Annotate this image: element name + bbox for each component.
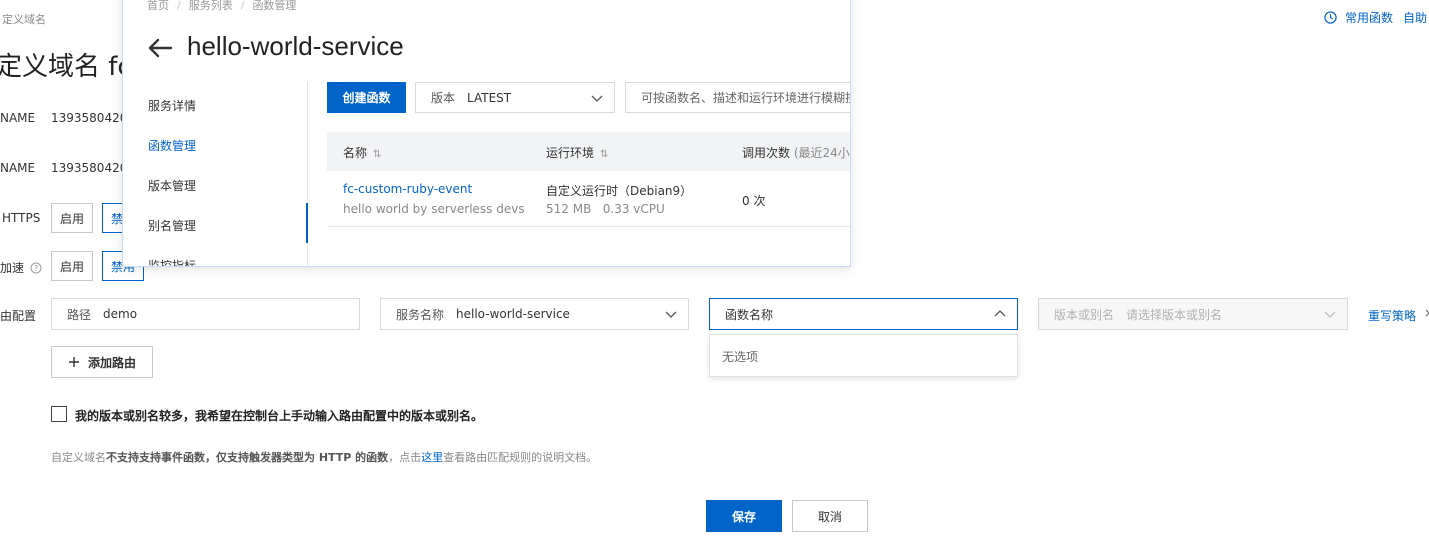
function-search-placeholder: 可按函数名、描述和运行环境进行模糊搜 <box>641 91 851 105</box>
version-select[interactable]: 版本 LATEST <box>415 82 615 113</box>
accel-enable-button[interactable]: 启用 <box>51 251 93 281</box>
crumb-service-list[interactable]: 服务列表 <box>189 0 233 12</box>
chevron-down-icon <box>1324 311 1336 318</box>
function-spec: 512 MB 0.33 vCPU <box>546 202 665 216</box>
chevron-up-icon <box>994 310 1006 317</box>
save-button[interactable]: 保存 <box>706 500 782 532</box>
function-name-link[interactable]: fc-custom-ruby-event <box>343 182 472 196</box>
note-part-3: 查看路由匹配规则的说明文档。 <box>443 451 598 464</box>
table-row: fc-custom-ruby-event hello world by serv… <box>327 171 850 227</box>
function-search-input[interactable]: 可按函数名、描述和运行环境进行模糊搜 <box>625 82 851 113</box>
version-alias-select[interactable]: 版本或别名 请选择版本或别名 <box>1038 298 1348 330</box>
col-name-header[interactable]: 名称 ⇅ <box>343 144 381 161</box>
note-bold: 不支持支持事件函数，仅支持触发器类型为 HTTP 的函数 <box>106 451 389 464</box>
note-doc-link[interactable]: 这里 <box>421 451 443 464</box>
function-name-placeholder: 函数名称 <box>725 307 774 322</box>
add-route-button[interactable]: 添加路由 <box>51 346 153 378</box>
nav-active-indicator <box>306 203 308 243</box>
chevron-down-icon <box>665 311 677 318</box>
function-name-select[interactable]: 函数名称 <box>709 298 1018 330</box>
nav-monitoring[interactable]: 监控指标 <box>148 257 196 266</box>
breadcrumb: 定义域名 <box>2 13 46 26</box>
cancel-button[interactable]: 取消 <box>792 500 868 532</box>
create-function-button[interactable]: 创建函数 <box>327 82 406 113</box>
function-table-header: 名称⇅ 运行环境⇅ 调用次数 (最近24小时 <box>327 132 850 171</box>
page-title: 定义域名 fc. <box>0 52 140 82</box>
plus-icon <box>68 357 79 367</box>
dropdown-empty-text: 无选项 <box>722 350 759 364</box>
accel-label-text: 加速 <box>0 261 25 275</box>
col-runtime-header[interactable]: 运行环境 ⇅ <box>546 144 608 161</box>
function-description: hello world by serverless devs <box>343 202 525 216</box>
note-part-2: ，点击 <box>388 451 422 464</box>
version-select-value: LATEST <box>467 90 512 105</box>
panel-title: hello-world-service <box>187 31 404 61</box>
add-route-label: 添加路由 <box>87 355 136 370</box>
service-detail-panel: 首页 / 服务列表 / 函数管理 hello-world-service 服务详情 函数… <box>122 0 851 267</box>
https-label: HTTPS <box>2 211 41 225</box>
nav-version-manage[interactable]: 版本管理 <box>148 177 196 194</box>
chevron-down-icon <box>591 95 603 102</box>
route-path-input[interactable]: 路径 demo <box>51 298 360 330</box>
common-functions-link[interactable]: 常用函数 自助 <box>1324 9 1427 26</box>
route-delete-icon[interactable]: × <box>1424 306 1429 320</box>
crumb-function-manage: 函数管理 <box>252 0 297 12</box>
cname-label-2: NAME <box>0 161 36 175</box>
back-arrow-icon[interactable] <box>147 37 173 59</box>
help-link-label[interactable]: 自助 <box>1403 9 1427 26</box>
route-config-label: 由配置 <box>0 309 37 323</box>
manual-version-label: 我的版本或别名较多，我希望在控制台上手动输入路由配置中的版本或别名。 <box>75 409 484 423</box>
accel-label: 加速 ? <box>0 259 42 276</box>
sort-icon[interactable]: ⇅ <box>600 149 608 160</box>
manual-version-checkbox[interactable] <box>51 406 67 422</box>
version-alias-placeholder: 请选择版本或别名 <box>1126 307 1223 322</box>
service-name-value: hello-world-service <box>456 307 570 321</box>
version-select-key: 版本 <box>431 91 456 105</box>
nav-function-manage[interactable]: 函数管理 <box>148 137 196 154</box>
note-text: 自定义域名不支持支持事件函数，仅支持触发器类型为 HTTP 的函数，点击这里查看… <box>51 449 597 465</box>
panel-sidebar: 服务详情 函数管理 版本管理 别名管理 监控指标 <box>123 82 308 266</box>
function-runtime: 自定义运行时（Debian9） <box>546 184 693 198</box>
rewrite-policy-link[interactable]: 重写策略 <box>1368 307 1416 324</box>
function-calls: 0 次 <box>742 194 766 208</box>
cname-label-1: NAME <box>0 111 36 125</box>
svg-text:?: ? <box>34 264 38 273</box>
panel-breadcrumb: 首页 / 服务列表 / 函数管理 <box>147 0 297 12</box>
note-part-1: 自定义域名 <box>51 451 106 464</box>
crumb-home[interactable]: 首页 <box>147 0 169 12</box>
common-functions-label: 常用函数 <box>1345 11 1394 25</box>
function-dropdown-menu: 无选项 <box>709 334 1018 377</box>
route-path-key: 路径 <box>67 307 92 322</box>
service-name-key: 服务名称 <box>396 307 445 322</box>
nav-service-detail[interactable]: 服务详情 <box>148 97 196 114</box>
https-enable-button[interactable]: 启用 <box>51 203 93 233</box>
clock-icon <box>1324 11 1337 24</box>
nav-alias-manage[interactable]: 别名管理 <box>148 217 196 234</box>
route-path-value: demo <box>103 307 138 321</box>
help-icon[interactable]: ? <box>30 262 42 274</box>
service-name-select[interactable]: 服务名称 hello-world-service <box>380 298 689 330</box>
panel-content: 创建函数 版本 LATEST 可按函数名、描述和运行环境进行模糊搜 名称 ⇅ 运行… <box>327 82 851 266</box>
col-calls-header: 调用次数 (最近24小时 <box>742 146 850 160</box>
version-alias-key: 版本或别名 <box>1054 307 1115 322</box>
sort-icon[interactable]: ⇅ <box>373 149 381 160</box>
